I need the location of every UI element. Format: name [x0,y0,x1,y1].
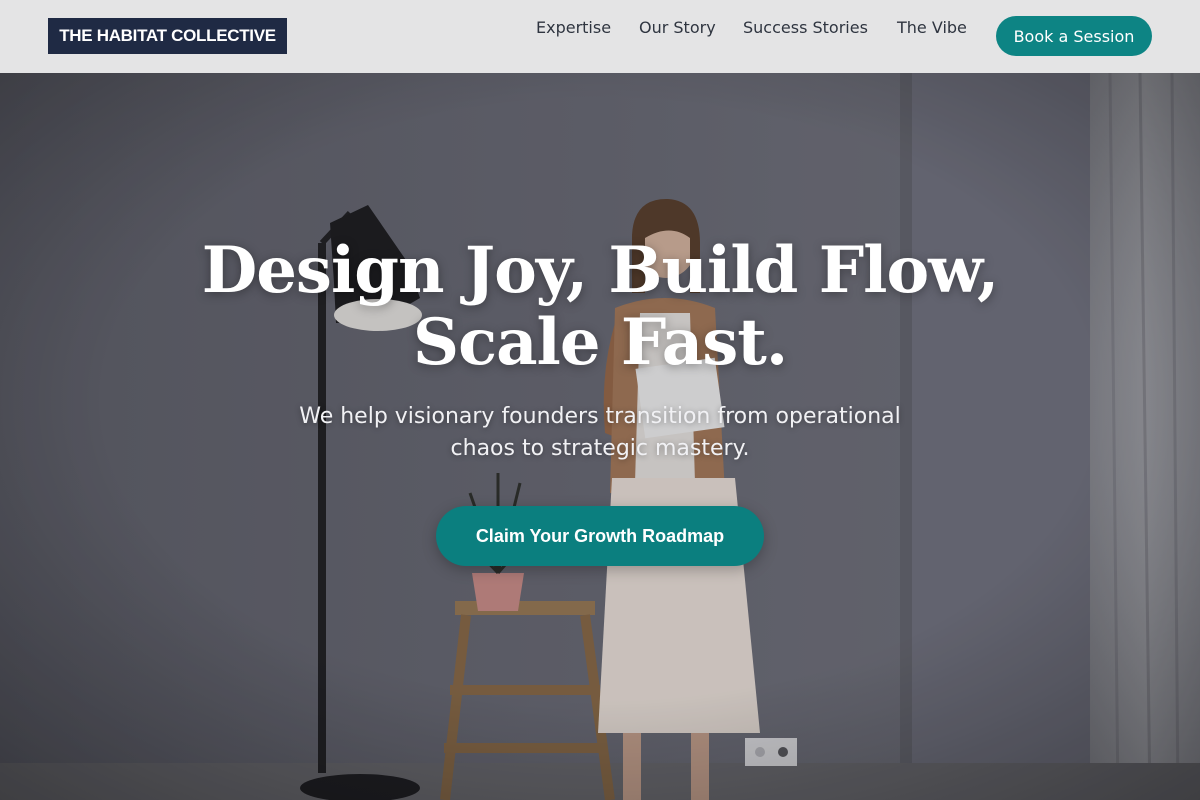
nav-link-the-vibe[interactable]: The Vibe [897,18,967,40]
hero-subtext-line-1: We help visionary founders transition fr… [299,404,901,429]
hero-section: Design Joy, Build Flow, Scale Fast. We h… [0,73,1200,800]
hero-subtext: We help visionary founders transition fr… [250,401,950,465]
nav-link-our-story[interactable]: Our Story [639,18,716,40]
nav-link-success-stories[interactable]: Success Stories [743,18,868,40]
site-header: THE HABITAT COLLECTIVE Expertise Our Sto… [0,0,1200,73]
brand-logo[interactable]: THE HABITAT COLLECTIVE [48,18,287,54]
nav-link-expertise[interactable]: Expertise [536,18,611,40]
hero-headline-line-1: Design Joy, Build Flow, [201,233,1000,308]
hero-subtext-line-2: chaos to strategic mastery. [450,436,750,461]
book-session-button[interactable]: Book a Session [996,16,1152,56]
claim-roadmap-button[interactable]: Claim Your Growth Roadmap [436,506,764,566]
hero-headline-line-2: Scale Fast. [412,305,788,380]
hero-headline: Design Joy, Build Flow, Scale Fast. [100,235,1100,379]
